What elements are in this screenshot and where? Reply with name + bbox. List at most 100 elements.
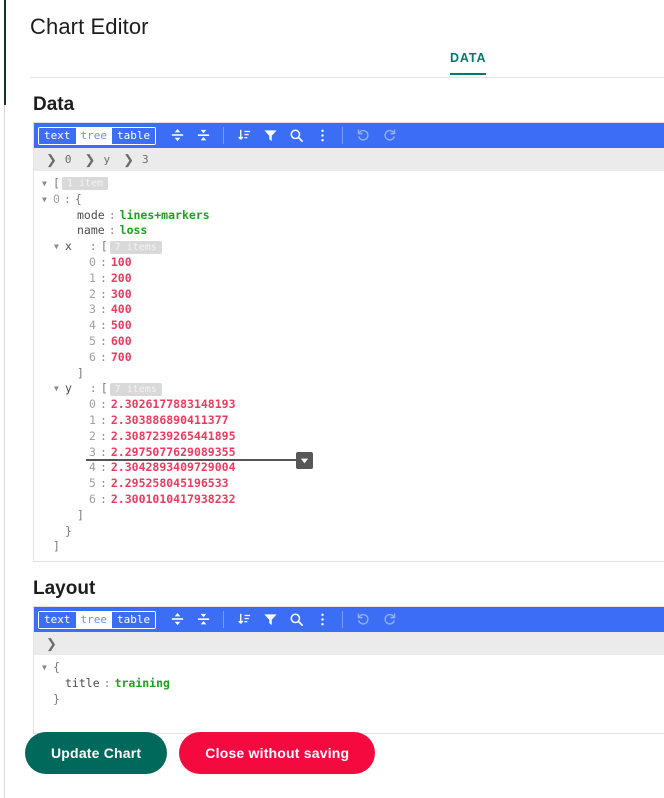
tree-row-root-close: ▼] [53,539,60,554]
tree-row-y-5[interactable]: ▼5:2.295258045196533 [34,476,664,492]
redo-icon[interactable] [378,609,400,630]
tree-row-y-0[interactable]: ▼0:2.3026177883148193 [34,397,664,413]
data-mode-table[interactable]: table [112,127,156,144]
caret-placeholder-icon: ▼ [66,223,77,239]
layout-tree-row-close: ▼} [53,691,60,706]
x-value-1[interactable]: 200 [111,271,132,287]
expand-all-icon[interactable] [166,125,188,146]
tree-row-x-5[interactable]: ▼5:600 [34,334,664,350]
data-breadcrumb: ❯ 0 ❯ y ❯ 3 [34,148,664,171]
y-value-5[interactable]: 2.295258045196533 [111,476,229,492]
name-value[interactable]: loss [120,223,148,239]
update-chart-button[interactable]: Update Chart [25,732,168,774]
tree-row-mode[interactable]: ▼mode:lines+markers [34,208,664,224]
tree-row-y-3[interactable]: ▼3:2.2975077629089355 [34,445,664,461]
layout-mode-toggle-group: text tree table [38,610,157,629]
toolbar-divider-1 [223,127,225,144]
tree-row-x-2[interactable]: ▼2:300 [34,287,664,303]
breadcrumb-segment-0[interactable]: 0 [65,153,72,166]
x-value-6[interactable]: 700 [111,350,132,366]
y-value-1[interactable]: 2.303886890411377 [111,413,229,429]
tree-row-y-array[interactable]: ▼ y :[ 7 items [34,381,664,397]
x-value-5[interactable]: 600 [111,334,132,350]
tree-row-x-array[interactable]: ▼ x :[ 7 items [34,239,664,255]
undo-icon[interactable] [352,125,374,146]
layout-mode-text[interactable]: text [39,611,76,628]
x-value-0[interactable]: 100 [111,255,132,271]
left-accent-stripe [4,0,6,105]
layout-title-key: title [65,675,100,690]
insert-position-dropdown-button[interactable] [296,452,313,469]
tree-row-name[interactable]: ▼name:loss [34,223,664,239]
kebab-menu-icon[interactable] [311,609,333,630]
caret-down-icon[interactable]: ▼ [42,176,53,192]
data-editor-toolbar: text tree table [34,123,664,148]
breadcrumb-segment-2[interactable]: 3 [142,153,149,166]
kebab-menu-icon[interactable] [311,125,333,146]
tree-row-x-1[interactable]: ▼1:200 [34,271,664,287]
caret-down-icon[interactable]: ▼ [42,660,53,676]
tree-row-trace-0[interactable]: ▼ 0:{ [34,192,664,208]
tree-row-trace-close: ▼} [65,523,72,538]
chart-editor-dialog: Chart Editor DATA Data text tree table ❯… [0,0,664,798]
x-value-2[interactable]: 300 [111,287,132,303]
caret-down-icon[interactable]: ▼ [54,381,65,397]
tree-row-y-4[interactable]: ▼4:2.3042893409729004 [34,460,664,476]
layout-json-tree: ▼{ ▼title:training ▼} [34,655,664,734]
caret-down-icon[interactable]: ▼ [54,239,65,255]
layout-title-value[interactable]: training [115,676,170,692]
undo-icon[interactable] [352,609,374,630]
breadcrumb-segment-1[interactable]: y [103,153,110,166]
tree-row-x-6[interactable]: ▼6:700 [34,350,664,366]
data-section-label: Data [33,94,75,115]
tree-row-root[interactable]: ▼[ 1 item [34,176,664,192]
caret-placeholder-icon: ▼ [66,208,77,224]
tree-row-y-6[interactable]: ▼6:2.3001010417938232 [34,492,664,508]
data-mode-tree[interactable]: tree [75,127,112,144]
y-value-0[interactable]: 2.3026177883148193 [111,397,236,413]
tab-data[interactable]: DATA [450,51,487,75]
tree-row-x-4[interactable]: ▼4:500 [34,318,664,334]
sort-icon[interactable] [233,125,255,146]
insert-position-line [86,459,301,461]
search-icon[interactable] [285,609,307,630]
filter-icon[interactable] [259,125,281,146]
redo-icon[interactable] [378,125,400,146]
name-key: name [77,223,105,238]
collapse-all-icon[interactable] [192,609,214,630]
breadcrumb-chevron-icon: ❯ [46,151,57,167]
toolbar-divider-2 [342,127,344,144]
search-icon[interactable] [285,125,307,146]
breadcrumb-chevron-icon: ❯ [123,151,134,167]
layout-breadcrumb: ❯ [34,632,664,656]
y-value-2[interactable]: 2.3087239265441895 [111,429,236,445]
mode-value[interactable]: lines+markers [120,208,210,224]
caret-down-icon[interactable]: ▼ [42,192,53,208]
mode-key: mode [77,207,105,222]
layout-tree-row-title[interactable]: ▼title:training [34,676,664,692]
x-value-3[interactable]: 400 [111,302,132,318]
trace-index-key: 0 [53,191,60,206]
layout-mode-tree[interactable]: tree [75,611,112,628]
tree-row-x-3[interactable]: ▼3:400 [34,302,664,318]
y-value-4[interactable]: 2.3042893409729004 [111,460,236,476]
tree-row-x-0[interactable]: ▼0:100 [34,255,664,271]
y-value-6[interactable]: 2.3001010417938232 [111,492,236,508]
tree-row-y-1[interactable]: ▼1:2.303886890411377 [34,413,664,429]
expand-all-icon[interactable] [166,609,188,630]
collapse-all-icon[interactable] [192,125,214,146]
x-value-4[interactable]: 500 [111,318,132,334]
sort-icon[interactable] [233,609,255,630]
close-without-saving-button[interactable]: Close without saving [179,732,376,774]
data-mode-text[interactable]: text [39,127,76,144]
layout-tree-row-root[interactable]: ▼{ [34,660,664,676]
y-value-3[interactable]: 2.2975077629089355 [111,445,236,461]
tree-row-y-2[interactable]: ▼2:2.3087239265441895 [34,429,664,445]
y-item-count-badge: 7 items [109,382,162,396]
filter-icon[interactable] [259,609,281,630]
toolbar-divider-2 [342,611,344,629]
layout-editor-toolbar: text tree table [34,607,664,633]
x-item-count-badge: 7 items [109,240,162,254]
layout-mode-table[interactable]: table [112,611,156,628]
toolbar-divider-1 [223,611,225,629]
